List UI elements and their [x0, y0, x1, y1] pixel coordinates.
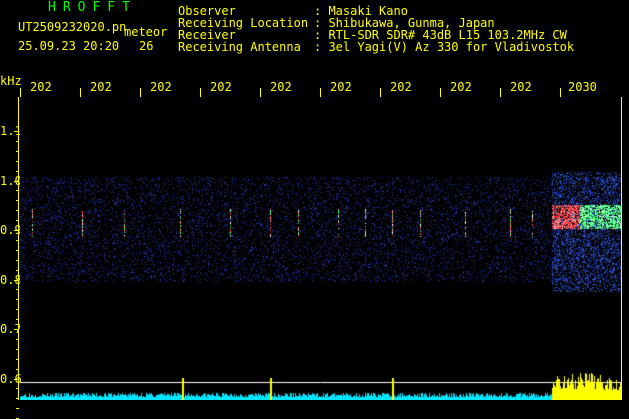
left-axis-line [18, 97, 19, 400]
axis-unit: kHz [0, 74, 22, 88]
y-minor-tick [16, 408, 19, 410]
x-tick-mark [560, 88, 561, 97]
x-tick-mark [200, 88, 201, 97]
x-tick-label: 2030 [568, 80, 597, 94]
x-tick-label: 202 [390, 80, 412, 94]
x-tick-mark [80, 88, 81, 97]
brand-title: HROFFT [48, 0, 137, 15]
field-antenna-value: : 3el Yagi(V) Az 330 for Vladivostok [314, 40, 575, 54]
spectrogram-plot [20, 97, 621, 365]
x-tick-mark [320, 88, 321, 97]
x-tick-label: 202 [210, 80, 232, 94]
x-tick-label: 202 [270, 80, 292, 94]
x-tick-label: 202 [90, 80, 112, 94]
field-antenna-label: Receiving Antenna [178, 40, 301, 54]
x-tick-mark [260, 88, 261, 97]
datetime: 25.09.23 20:20 [18, 39, 120, 53]
x-tick-mark [380, 88, 381, 97]
x-tick-label: 202 [450, 80, 472, 94]
x-tick-mark [140, 88, 141, 97]
x-tick-mark [440, 88, 441, 97]
x-tick-label: 202 [150, 80, 172, 94]
x-tick-label: 202 [510, 80, 532, 94]
right-axis-line [621, 97, 622, 400]
x-tick-mark [500, 88, 501, 97]
x-tick-label: 202 [30, 80, 52, 94]
x-tick-label: 202 [330, 80, 352, 94]
signal-level-band [20, 370, 621, 400]
filename: UT2509232020.pn [18, 20, 127, 34]
x-tick-mark [20, 88, 21, 97]
sequence-number: 26 [139, 39, 154, 53]
file-suffix: meteor [124, 25, 168, 39]
